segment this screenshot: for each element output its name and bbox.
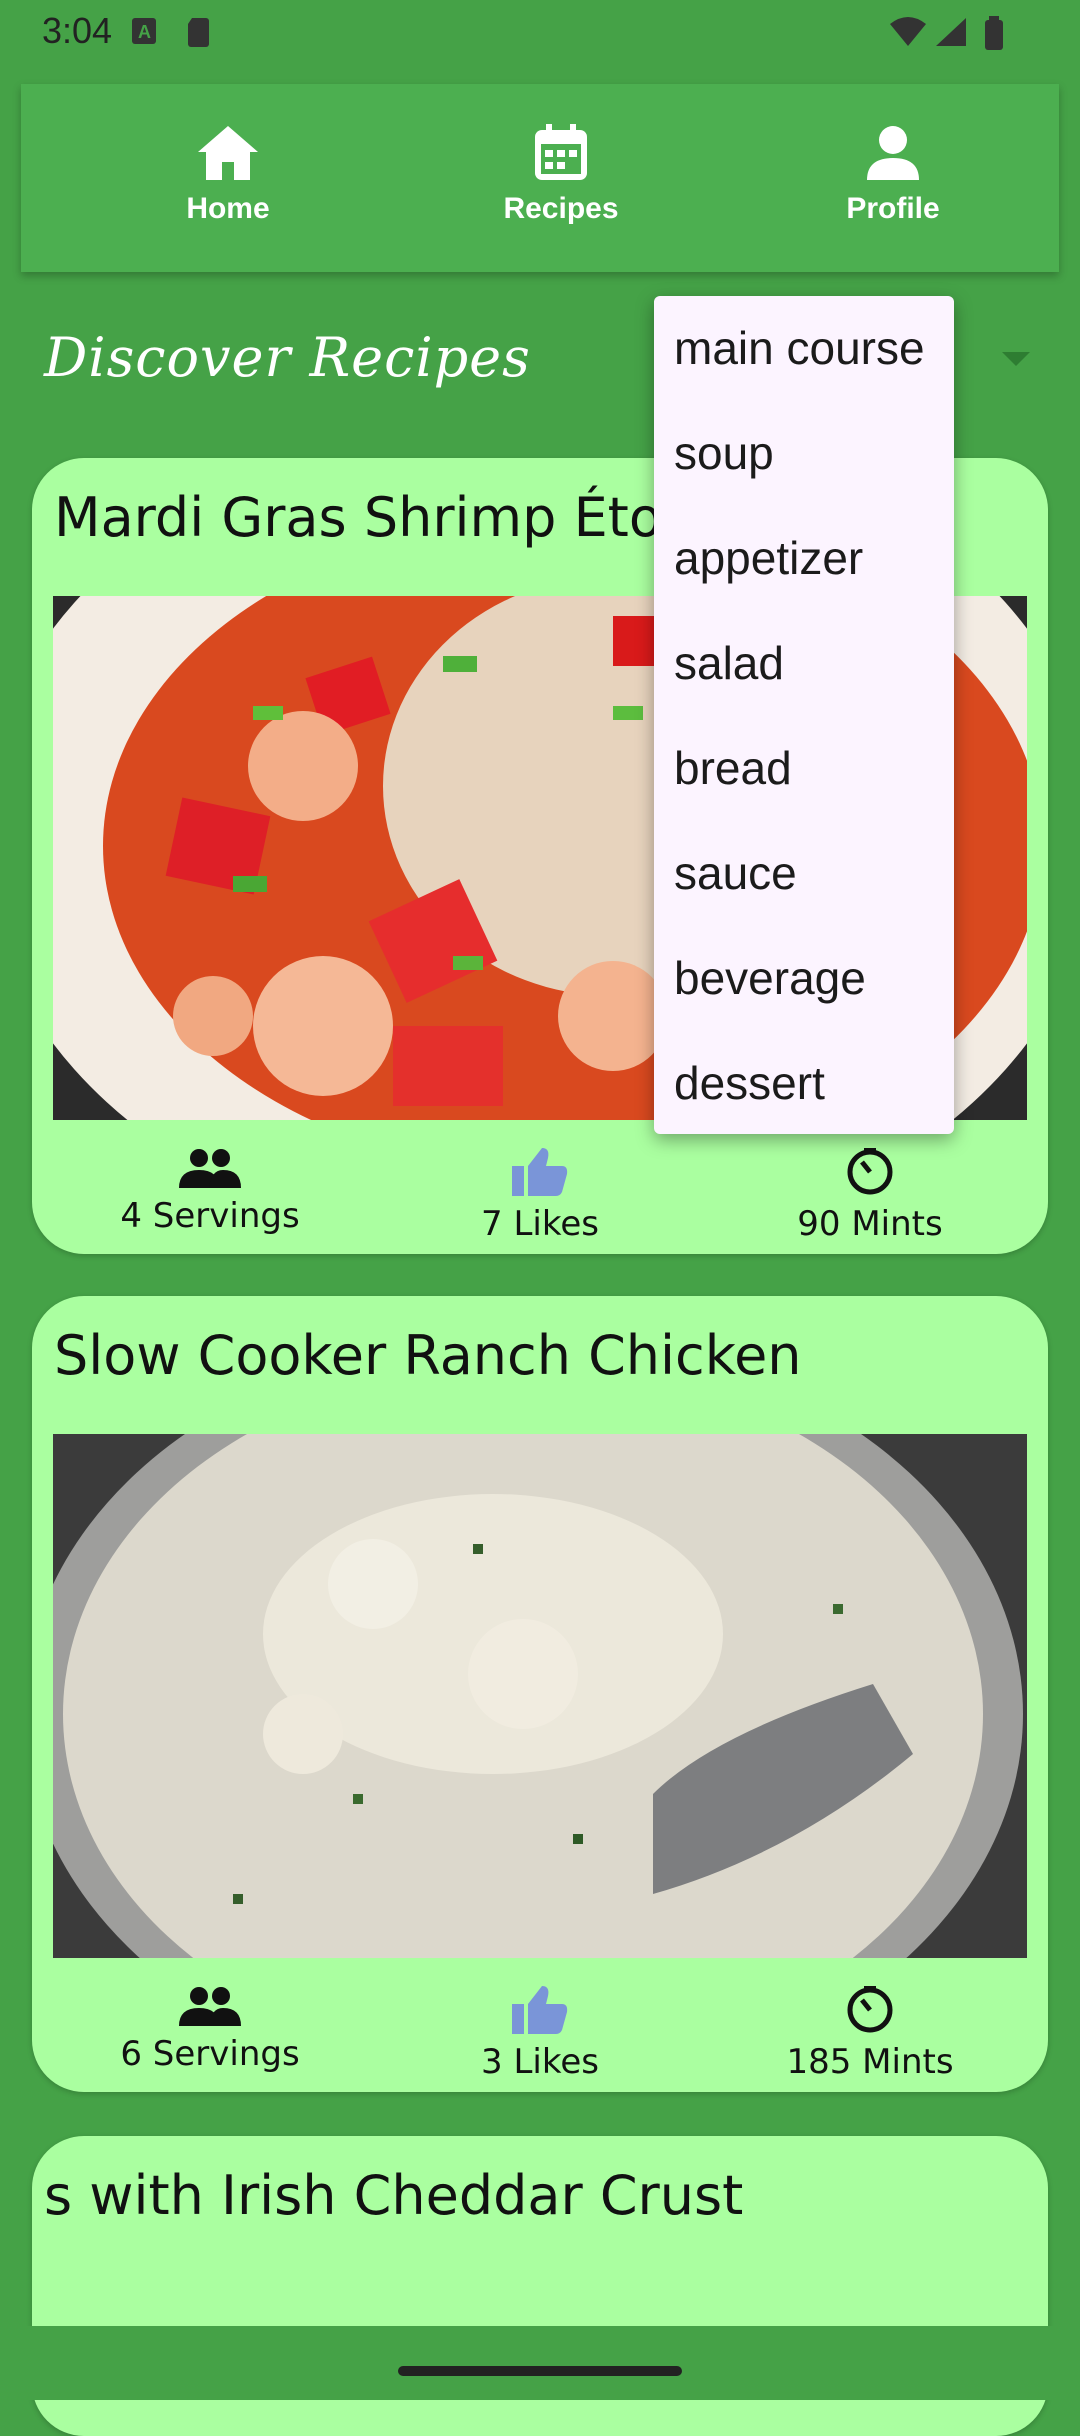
likes-value: 7 Likes: [481, 1204, 599, 1244]
menu-item-bread[interactable]: bread: [654, 716, 954, 821]
thumbs-up-icon: [512, 1986, 568, 2034]
time-stat: 90 Mints: [700, 1148, 1040, 1244]
servings-stat: 6 Servings: [40, 1986, 380, 2074]
menu-item-appetizer[interactable]: appetizer: [654, 506, 954, 611]
signal-icon: [936, 18, 966, 46]
gesture-handle[interactable]: [398, 2366, 682, 2376]
recipe-title: Slow Cooker Ranch Chicken: [54, 1324, 802, 1387]
wifi-icon: [890, 17, 926, 46]
top-navigation: Home Recipes Profile: [21, 84, 1059, 272]
recipe-title: s with Irish Cheddar Crust: [44, 2164, 744, 2227]
page-title: Discover Recipes: [44, 326, 531, 389]
servings-value: 6 Servings: [120, 2034, 300, 2074]
recipe-stats: 4 Servings 7 Likes 90 Mints: [32, 1148, 1048, 1254]
recipe-card[interactable]: Slow Cooker Ranch Chicken 6 Servings 3 L…: [32, 1296, 1048, 2092]
timer-icon: [847, 1148, 893, 1195]
person-icon: [867, 126, 919, 180]
nav-label-recipes: Recipes: [503, 192, 619, 225]
battery-icon: [985, 16, 1003, 50]
home-icon: [198, 126, 258, 180]
recipe-image: [53, 1434, 1027, 1958]
likes-value: 3 Likes: [481, 2042, 599, 2082]
time-value: 90 Mints: [797, 1204, 943, 1244]
status-time: 3:04: [42, 10, 113, 51]
timer-icon: [847, 1986, 893, 2033]
nav-label-home: Home: [186, 192, 270, 225]
nav-item-home[interactable]: Home: [128, 124, 328, 226]
menu-item-sauce[interactable]: sauce: [654, 821, 954, 926]
likes-stat[interactable]: 7 Likes: [370, 1148, 710, 1244]
thumbs-up-icon: [512, 1148, 568, 1196]
notification-a-icon: A: [132, 18, 156, 44]
sim-card-icon: [188, 18, 209, 47]
servings-stat: 4 Servings: [40, 1148, 380, 1236]
status-bar: 3:04 A: [0, 0, 1080, 64]
servings-value: 4 Servings: [120, 1196, 300, 1236]
group-icon: [179, 1149, 241, 1188]
time-stat: 185 Mints: [700, 1986, 1040, 2082]
menu-item-soup[interactable]: soup: [654, 401, 954, 506]
recipe-stats: 6 Servings 3 Likes 185 Mints: [32, 1986, 1048, 2092]
time-value: 185 Mints: [786, 2042, 954, 2082]
svg-text:A: A: [138, 22, 151, 42]
calendar-icon: [535, 124, 587, 180]
nav-item-profile[interactable]: Profile: [793, 124, 993, 226]
likes-stat[interactable]: 3 Likes: [370, 1986, 710, 2082]
menu-item-dessert[interactable]: dessert: [654, 1031, 954, 1136]
chevron-down-icon[interactable]: [1002, 352, 1030, 366]
nav-label-profile: Profile: [846, 192, 940, 225]
group-icon: [179, 1987, 241, 2026]
menu-item-salad[interactable]: salad: [654, 611, 954, 716]
category-dropdown-menu: main course soup appetizer salad bread s…: [654, 296, 954, 1134]
menu-item-beverage[interactable]: beverage: [654, 926, 954, 1031]
menu-item-main-course[interactable]: main course: [654, 296, 954, 401]
nav-item-recipes[interactable]: Recipes: [461, 124, 661, 226]
bottom-area: [0, 2326, 1080, 2400]
